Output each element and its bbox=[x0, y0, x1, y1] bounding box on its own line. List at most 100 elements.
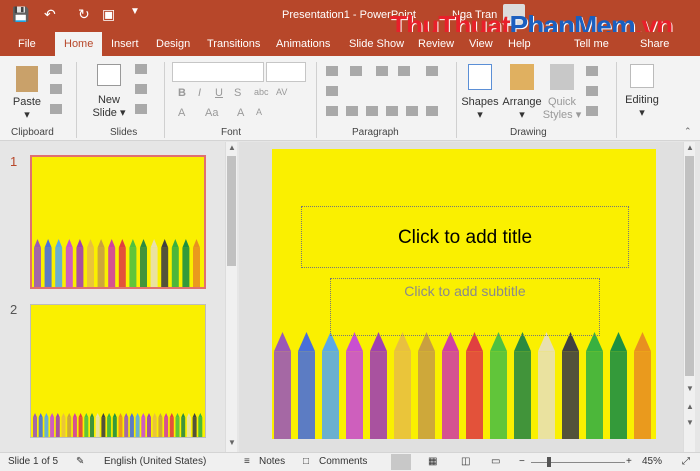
crayon-body bbox=[90, 417, 94, 437]
tab-review[interactable]: Review bbox=[418, 38, 454, 50]
quick-styles-button[interactable]: Quick Styles ▾ bbox=[542, 96, 582, 122]
decrease-font-icon[interactable]: A bbox=[256, 107, 262, 117]
bullets-icon[interactable] bbox=[326, 66, 338, 76]
zoom-slider-handle[interactable] bbox=[547, 457, 551, 467]
crayon-body bbox=[55, 247, 63, 287]
crayon-body bbox=[118, 247, 126, 287]
crayon-tip bbox=[182, 239, 190, 248]
slide-thumbnail-1[interactable] bbox=[30, 155, 206, 289]
font-color-icon[interactable]: A bbox=[178, 107, 185, 119]
spell-check-icon[interactable]: ✎ bbox=[76, 456, 84, 467]
previous-slide-icon[interactable]: ▲ bbox=[686, 402, 694, 411]
scroll-down-icon[interactable]: ▼ bbox=[686, 384, 694, 393]
tab-insert[interactable]: Insert bbox=[111, 38, 139, 50]
next-slide-icon[interactable]: ▼ bbox=[686, 418, 694, 427]
increase-indent-icon[interactable] bbox=[398, 66, 410, 76]
justify-icon[interactable] bbox=[386, 106, 398, 116]
copy-icon[interactable] bbox=[50, 84, 62, 94]
underline-icon[interactable]: U bbox=[215, 87, 223, 99]
center-icon[interactable] bbox=[346, 106, 358, 116]
font-size-dropdown[interactable] bbox=[266, 62, 306, 82]
tab-slide-show[interactable]: Slide Show bbox=[349, 38, 404, 50]
notes-icon[interactable]: ≡ bbox=[244, 456, 250, 467]
crayon-body bbox=[135, 417, 140, 437]
reset-icon[interactable] bbox=[135, 84, 147, 94]
columns-icon[interactable] bbox=[406, 106, 418, 116]
numbering-icon[interactable] bbox=[350, 66, 362, 76]
scroll-up-icon[interactable]: ▲ bbox=[228, 143, 236, 152]
comments-icon[interactable]: □ bbox=[303, 456, 309, 467]
editing-button[interactable]: Editing ▾ bbox=[620, 94, 664, 120]
customize-qat-icon[interactable]: ▼ bbox=[130, 6, 140, 17]
shape-outline-icon[interactable] bbox=[586, 86, 598, 96]
scrollbar-thumb[interactable] bbox=[227, 156, 236, 266]
zoom-slider[interactable] bbox=[531, 462, 625, 463]
bold-icon[interactable]: B bbox=[178, 87, 186, 99]
fit-to-window-icon[interactable]: ⤢ bbox=[682, 456, 690, 467]
font-name-dropdown[interactable] bbox=[172, 62, 264, 82]
new-slide-button[interactable]: New Slide ▾ bbox=[90, 94, 128, 120]
shapes-button[interactable]: Shapes ▾ bbox=[460, 96, 500, 122]
crayon-tip bbox=[124, 413, 129, 418]
slide-thumbnail-2[interactable] bbox=[30, 304, 206, 438]
scrollbar-thumb[interactable] bbox=[685, 156, 694, 376]
character-spacing-icon[interactable]: AV bbox=[276, 87, 287, 97]
zoom-out-icon[interactable]: − bbox=[519, 456, 525, 467]
share-button[interactable]: Share bbox=[640, 38, 669, 50]
tab-transitions[interactable]: Transitions bbox=[207, 38, 260, 50]
shape-effects-icon[interactable] bbox=[586, 106, 598, 116]
italic-icon[interactable]: I bbox=[198, 87, 201, 99]
layout-icon[interactable] bbox=[135, 64, 147, 74]
normal-view-icon[interactable] bbox=[391, 454, 411, 470]
crayon-body bbox=[124, 417, 129, 437]
save-icon[interactable]: 💾 bbox=[12, 6, 29, 23]
undo-icon[interactable]: ↶ bbox=[44, 6, 56, 23]
scroll-down-icon[interactable]: ▼ bbox=[228, 438, 236, 447]
notes-button[interactable]: Notes bbox=[259, 456, 285, 467]
tab-file[interactable]: File bbox=[18, 38, 36, 50]
tab-home[interactable]: Home bbox=[55, 32, 103, 56]
present-from-beginning-icon[interactable]: ▣ bbox=[102, 6, 115, 23]
section-icon[interactable] bbox=[135, 104, 147, 114]
current-slide[interactable]: Click to add title Click to add subtitle bbox=[272, 149, 656, 439]
tab-design[interactable]: Design bbox=[156, 38, 190, 50]
strikethrough-icon[interactable]: abc bbox=[254, 87, 269, 97]
tab-view[interactable]: View bbox=[469, 38, 493, 50]
cut-icon[interactable] bbox=[50, 64, 62, 74]
scroll-up-icon[interactable]: ▲ bbox=[686, 143, 694, 152]
shape-fill-icon[interactable] bbox=[586, 66, 598, 76]
shadow-icon[interactable]: S bbox=[234, 87, 241, 99]
crayon-body bbox=[370, 351, 387, 439]
tell-me-search[interactable]: Tell me bbox=[574, 38, 609, 50]
crayon-tip bbox=[38, 413, 43, 418]
thumbnails-scrollbar[interactable]: ▲ ▼ bbox=[225, 142, 237, 452]
align-right-icon[interactable] bbox=[366, 106, 378, 116]
slide-scrollbar[interactable]: ▲ ▼ ▲ ▼ bbox=[683, 142, 695, 452]
tab-animations[interactable]: Animations bbox=[276, 38, 330, 50]
slide-show-icon[interactable]: ▭ bbox=[491, 456, 500, 467]
redo-icon[interactable]: ↻ bbox=[78, 6, 90, 23]
collapse-ribbon-icon[interactable]: ⌃ bbox=[684, 126, 692, 137]
text-direction-icon[interactable] bbox=[326, 86, 338, 96]
arrange-button[interactable]: Arrange ▾ bbox=[500, 96, 544, 122]
crayon-tip bbox=[158, 413, 163, 418]
language-indicator[interactable]: English (United States) bbox=[104, 456, 206, 467]
smartart-icon[interactable] bbox=[426, 106, 438, 116]
paste-button[interactable]: Paste ▾ bbox=[10, 96, 44, 122]
zoom-level[interactable]: 45% bbox=[642, 456, 662, 467]
decrease-indent-icon[interactable] bbox=[376, 66, 388, 76]
crayon-body bbox=[72, 417, 77, 437]
title-placeholder[interactable]: Click to add title bbox=[301, 206, 629, 268]
format-painter-icon[interactable] bbox=[50, 104, 62, 114]
tab-help[interactable]: Help bbox=[508, 38, 531, 50]
reading-view-icon[interactable]: ◫ bbox=[461, 456, 470, 467]
crayon-body bbox=[193, 247, 200, 287]
increase-font-icon[interactable]: A bbox=[237, 107, 244, 119]
slide-sorter-icon[interactable]: ▦ bbox=[428, 456, 437, 467]
zoom-in-icon[interactable]: + bbox=[626, 456, 632, 467]
subtitle-placeholder[interactable]: Click to add subtitle bbox=[330, 278, 600, 336]
comments-button[interactable]: Comments bbox=[319, 456, 367, 467]
line-spacing-icon[interactable] bbox=[426, 66, 438, 76]
change-case-icon[interactable]: Aa bbox=[205, 107, 218, 119]
align-left-icon[interactable] bbox=[326, 106, 338, 116]
